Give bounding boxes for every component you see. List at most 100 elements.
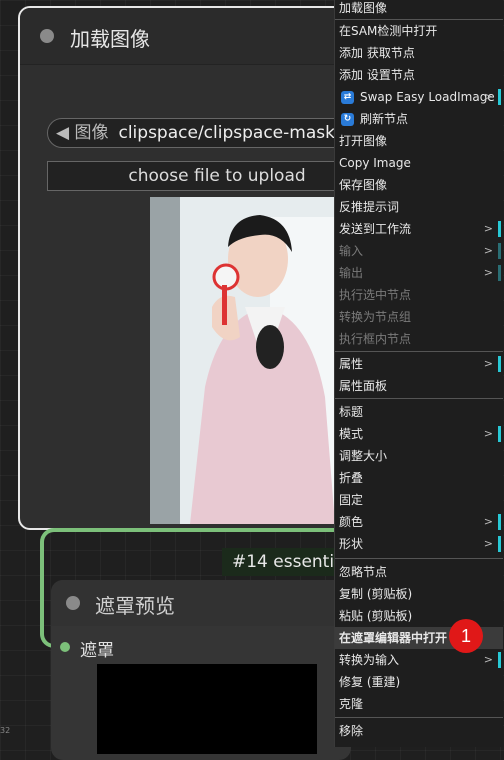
image-preview [150, 197, 335, 524]
menu-label: 转换为节点组 [339, 310, 412, 324]
menu-label: 添加 设置节点 [339, 68, 415, 82]
submenu-indicator [498, 652, 501, 668]
menu-item-convert-to-input[interactable]: 转换为输入 > [335, 649, 503, 671]
menu-label: 克隆 [339, 697, 364, 711]
submenu-indicator [498, 426, 501, 442]
submenu-arrow-icon: > [483, 427, 493, 440]
submenu-arrow-icon: > [483, 357, 493, 370]
node-collapse-dot[interactable] [66, 596, 80, 610]
menu-item-add-set-node[interactable]: 添加 设置节点 [335, 64, 503, 86]
submenu-indicator [498, 536, 501, 552]
menu-item-add-get-node[interactable]: 添加 获取节点 [335, 42, 503, 64]
menu-label: 反推提示词 [339, 200, 400, 214]
menu-label: 复制 (剪贴板) [339, 587, 413, 601]
menu-item-convert-to-group[interactable]: 转换为节点组 [335, 306, 503, 328]
portrait-photo [150, 197, 335, 524]
menu-item-refresh-node[interactable]: ↻ 刷新节点 [335, 108, 503, 130]
submenu-arrow-icon: > [483, 266, 493, 279]
menu-label: 添加 获取节点 [339, 46, 415, 60]
menu-label: 固定 [339, 493, 364, 507]
menu-label: 粘贴 (剪贴板) [339, 609, 413, 623]
menu-item-title[interactable]: 标题 [335, 401, 503, 423]
menu-label: 标题 [339, 405, 364, 419]
menu-item-inputs[interactable]: 输入 > [335, 240, 503, 262]
submenu-indicator [498, 89, 501, 105]
submenu-arrow-icon: > [483, 537, 493, 550]
node-header[interactable]: 加载图像 [20, 8, 356, 65]
menu-label: 发送到工作流 [339, 222, 412, 236]
input-slot-label: 遮罩 [80, 641, 114, 661]
input-slot-dot[interactable] [60, 642, 70, 652]
submenu-indicator [498, 514, 501, 530]
menu-item-clone[interactable]: 克隆 [335, 693, 503, 715]
menu-item-pin[interactable]: 固定 [335, 489, 503, 511]
submenu-arrow-icon: > [483, 515, 493, 528]
menu-label: Copy Image [339, 156, 411, 170]
node-header[interactable]: 遮罩预览 [51, 580, 351, 626]
menu-item-bypass[interactable]: 忽略节点 [335, 561, 503, 583]
menu-item-copy-image[interactable]: Copy Image [335, 152, 503, 174]
menu-item-execute-selected[interactable]: 执行选中节点 [335, 284, 503, 306]
menu-item-reverse-prompt[interactable]: 反推提示词 [335, 196, 503, 218]
menu-item-properties[interactable]: 属性 > [335, 353, 503, 375]
menu-separator [335, 558, 503, 559]
menu-label: 执行选中节点 [339, 288, 412, 302]
menu-label: 模式 [339, 427, 364, 441]
swap-icon: ⇄ [341, 91, 354, 104]
submenu-arrow-icon: > [483, 244, 493, 257]
menu-label: 在遮罩编辑器中打开 [339, 631, 448, 645]
menu-label: 调整大小 [339, 449, 388, 463]
step-number-badge: 1 [449, 619, 483, 653]
menu-separator [335, 717, 503, 718]
image-combo-value: clipspace/clipspace-mask- [118, 123, 342, 143]
menu-item-swap-easy-loadimage[interactable]: ⇄ Swap Easy LoadImage > [335, 86, 503, 108]
mask-output-preview [97, 664, 317, 754]
menu-label: 保存图像 [339, 178, 388, 192]
menu-label: 颜色 [339, 515, 364, 529]
canvas-corner-text: 32 [0, 726, 11, 735]
menu-item-resize[interactable]: 调整大小 [335, 445, 503, 467]
menu-label: 修复 (重建) [339, 675, 401, 689]
menu-label: 忽略节点 [339, 565, 388, 579]
menu-item-execute-in-frame[interactable]: 执行框内节点 [335, 328, 503, 350]
menu-item-copy-clipboard[interactable]: 复制 (剪贴板) [335, 583, 503, 605]
mask-preview-node[interactable]: 遮罩预览 遮罩 [51, 580, 351, 760]
menu-item-load-image[interactable]: 加载图像 [335, 0, 503, 19]
submenu-arrow-icon: > [483, 653, 493, 666]
menu-item-collapse[interactable]: 折叠 [335, 467, 503, 489]
submenu-arrow-icon: > [483, 90, 493, 103]
node-title: 加载图像 [70, 27, 150, 51]
menu-item-remove[interactable]: 移除 [335, 720, 503, 742]
menu-item-open-image[interactable]: 打开图像 [335, 130, 503, 152]
menu-item-color[interactable]: 颜色 > [335, 511, 503, 533]
menu-label: 加载图像 [339, 1, 388, 15]
menu-item-open-in-sam[interactable]: 在SAM检测中打开 [335, 20, 503, 42]
submenu-indicator [498, 265, 501, 281]
menu-separator [335, 351, 503, 352]
menu-item-outputs[interactable]: 输出 > [335, 262, 503, 284]
refresh-icon: ↻ [341, 113, 354, 126]
menu-label: 输入 [339, 244, 364, 258]
menu-label: 形状 [339, 537, 364, 551]
node-collapse-dot[interactable] [40, 29, 54, 43]
menu-label: 输出 [339, 266, 364, 280]
image-combo-label: ◀ 图像 [56, 123, 109, 143]
menu-item-properties-panel[interactable]: 属性面板 [335, 375, 503, 397]
submenu-indicator [498, 243, 501, 259]
menu-label: 移除 [339, 724, 364, 738]
menu-item-fix-rebuild[interactable]: 修复 (重建) [335, 671, 503, 693]
menu-item-send-to-workflow[interactable]: 发送到工作流 > [335, 218, 503, 240]
menu-separator [335, 398, 503, 399]
menu-label: 属性 [339, 357, 364, 371]
menu-item-save-image[interactable]: 保存图像 [335, 174, 503, 196]
menu-label: 打开图像 [339, 134, 388, 148]
menu-label: 执行框内节点 [339, 332, 412, 346]
submenu-arrow-icon: > [483, 222, 493, 235]
menu-item-shape[interactable]: 形状 > [335, 533, 503, 555]
menu-label: Swap Easy LoadImage [360, 90, 495, 104]
menu-item-mode[interactable]: 模式 > [335, 423, 503, 445]
menu-label: 属性面板 [339, 379, 388, 393]
menu-label: 在SAM检测中打开 [339, 24, 438, 38]
menu-label: 转换为输入 [339, 653, 400, 667]
submenu-indicator [498, 356, 501, 372]
